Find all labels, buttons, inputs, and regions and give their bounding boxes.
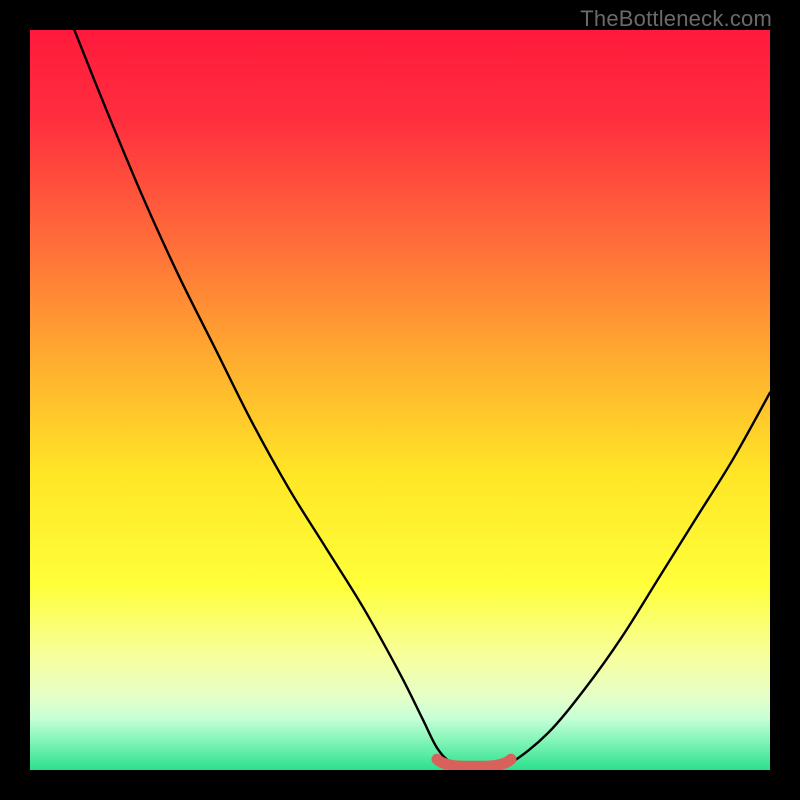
gradient-background (30, 30, 770, 770)
watermark-text: TheBottleneck.com (580, 6, 772, 32)
plot-area (30, 30, 770, 770)
chart-frame: TheBottleneck.com (0, 0, 800, 800)
chart-svg (30, 30, 770, 770)
